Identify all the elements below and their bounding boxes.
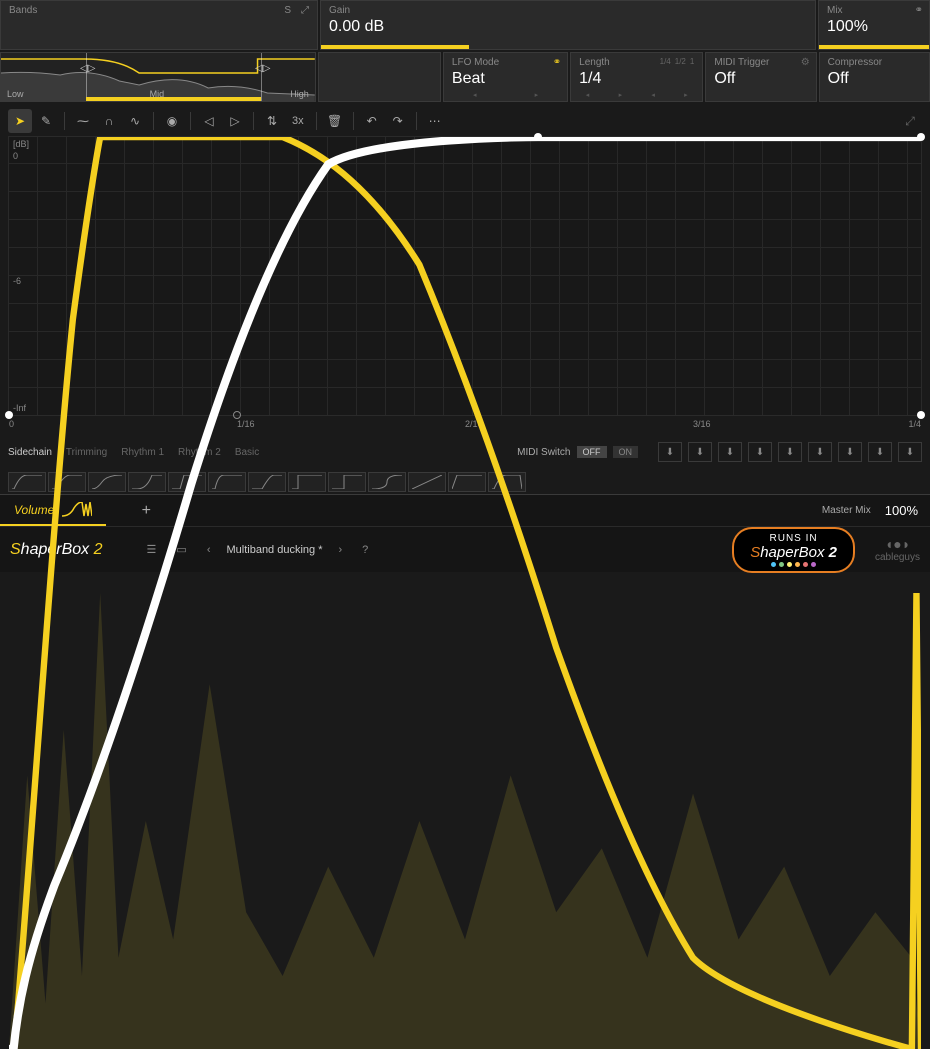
spectrum-panel[interactable]: ◁▷ ◁▷ Low Mid High bbox=[0, 52, 316, 102]
bands-panel: Bands S ⤢ bbox=[0, 0, 318, 50]
mix-label: Mix bbox=[827, 5, 921, 16]
comp-value: Off bbox=[828, 70, 921, 88]
lfo-label: LFO Mode bbox=[452, 57, 559, 68]
undo-button[interactable]: ↶ bbox=[360, 109, 384, 133]
mix-panel[interactable]: ⚭ Mix 100% bbox=[818, 0, 930, 50]
select-all-tool[interactable]: ◉ bbox=[160, 109, 184, 133]
curve-tool[interactable]: ∿ bbox=[123, 109, 147, 133]
band-mid-label[interactable]: Mid bbox=[150, 89, 165, 99]
pen-tool[interactable]: ✎ bbox=[34, 109, 58, 133]
snap-toggle[interactable]: ⇅ bbox=[260, 109, 284, 133]
length-panel[interactable]: Length 1/41/21 1/4 ◂▸◂▸ bbox=[570, 52, 703, 102]
envelope-node[interactable] bbox=[5, 411, 13, 419]
link-icon[interactable]: ⚭ bbox=[553, 57, 561, 68]
envelope-node[interactable] bbox=[233, 411, 241, 419]
comp-label: Compressor bbox=[828, 57, 921, 68]
snap-value[interactable]: 3x bbox=[286, 109, 310, 133]
gain-label: Gain bbox=[329, 5, 807, 16]
envelope-node[interactable] bbox=[534, 133, 542, 141]
bands-label: Bands bbox=[9, 5, 37, 16]
editor-toolbar: ➤ ✎ ⁓ ∩ ∿ ◉ ◁ ▷ ⇅ 3x 🗑 ↶ ↷ ⋯ ⤢ bbox=[0, 106, 930, 136]
delete-tool[interactable]: 🗑 bbox=[323, 109, 347, 133]
redo-button[interactable]: ↷ bbox=[386, 109, 410, 133]
length-value: 1/4 bbox=[579, 70, 694, 88]
arc-tool[interactable]: ∩ bbox=[97, 109, 121, 133]
midi-label: MIDI Trigger bbox=[714, 57, 807, 68]
more-menu[interactable]: ⋯ bbox=[423, 109, 447, 133]
next-node[interactable]: ▷ bbox=[223, 109, 247, 133]
midi-value: Off bbox=[714, 70, 807, 88]
band-low-label[interactable]: Low bbox=[7, 89, 24, 99]
envelope-graph[interactable]: [dB] 0 -6 -Inf 0 1/16 2/16 3/16 1/4 bbox=[8, 136, 922, 416]
pointer-tool[interactable]: ➤ bbox=[8, 109, 32, 133]
gear-icon[interactable]: ⚙ bbox=[801, 57, 810, 68]
main-curve bbox=[9, 137, 921, 1049]
expand-icon[interactable]: ⤢ bbox=[301, 5, 309, 16]
lfo-value: Beat bbox=[452, 70, 559, 88]
line-tool[interactable]: ⁓ bbox=[71, 109, 95, 133]
envelope-node[interactable] bbox=[917, 411, 925, 419]
gain-panel[interactable]: Gain 0.00 dB bbox=[320, 0, 816, 50]
link-icon[interactable]: ⚭ bbox=[915, 5, 923, 16]
band-high-label[interactable]: High bbox=[290, 89, 309, 99]
solo-button[interactable]: S bbox=[284, 5, 291, 16]
mix-value: 100% bbox=[827, 18, 921, 36]
compressor-panel[interactable]: Compressor Off bbox=[819, 52, 930, 102]
midi-trigger-panel[interactable]: ⚙ MIDI Trigger Off bbox=[705, 52, 816, 102]
empty-panel bbox=[318, 52, 441, 102]
length-options[interactable]: 1/41/21 bbox=[656, 57, 695, 66]
gain-value: 0.00 dB bbox=[329, 18, 807, 36]
expand-graph-icon[interactable]: ⤢ bbox=[898, 109, 922, 133]
envelope-node[interactable] bbox=[917, 133, 925, 141]
lfo-mode-panel[interactable]: ⚭ LFO Mode Beat ◂▸ bbox=[443, 52, 568, 102]
prev-node[interactable]: ◁ bbox=[197, 109, 221, 133]
